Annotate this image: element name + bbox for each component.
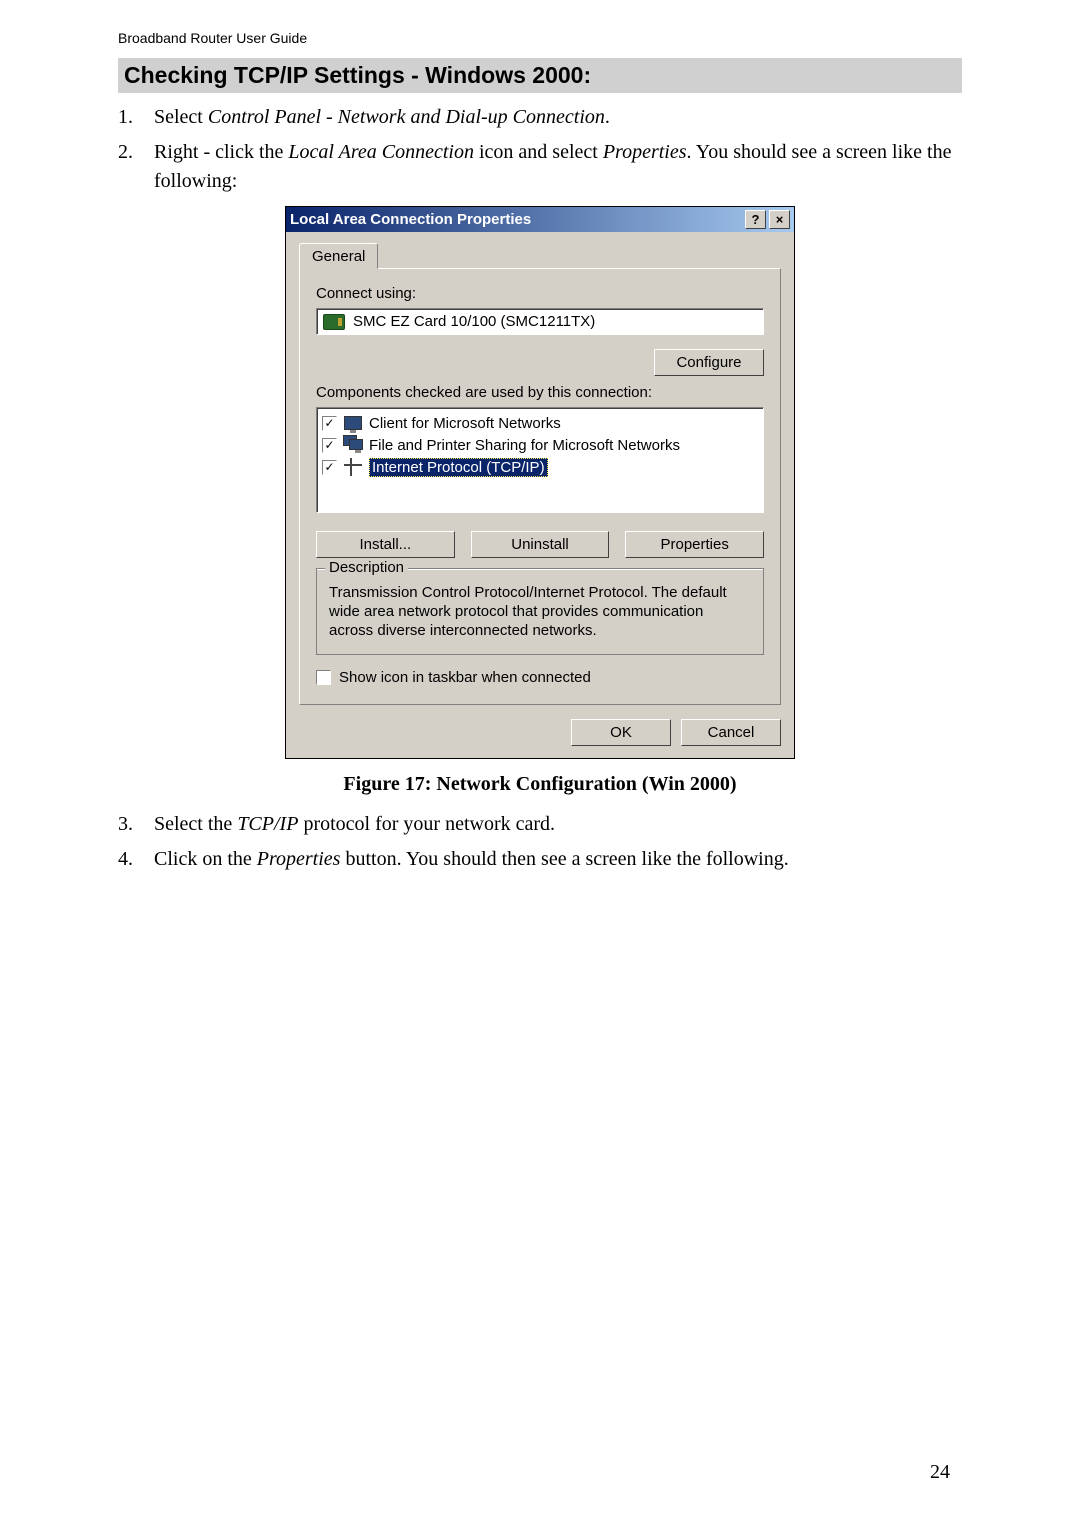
step-number: 3. (118, 810, 154, 839)
step-number: 1. (118, 103, 154, 132)
tabs-row: General (299, 242, 781, 268)
page-number: 24 (930, 1461, 950, 1484)
text: . (605, 106, 610, 128)
text: icon and select (474, 141, 603, 163)
properties-button[interactable]: Properties (625, 531, 764, 558)
step-4: 4. Click on the Properties button. You s… (118, 845, 962, 874)
share-icon (343, 435, 363, 455)
step-text: Select the TCP/IP protocol for your netw… (154, 810, 962, 839)
configure-button[interactable]: Configure (654, 349, 764, 376)
cancel-button[interactable]: Cancel (681, 719, 781, 746)
ok-button[interactable]: OK (571, 719, 671, 746)
dialog-body: General Connect using: SMC EZ Card 10/10… (286, 232, 794, 758)
figure-caption: Figure 17: Network Configuration (Win 20… (118, 773, 962, 796)
step-text: Select Control Panel - Network and Dial-… (154, 103, 962, 132)
dialog-title: Local Area Connection Properties (290, 211, 531, 228)
adapter-name: SMC EZ Card 10/100 (SMC1211TX) (353, 313, 595, 330)
step-2: 2. Right - click the Local Area Connecti… (118, 138, 962, 196)
step-text: Right - click the Local Area Connection … (154, 138, 962, 196)
nic-icon (323, 314, 345, 330)
section-heading: Checking TCP/IP Settings - Windows 2000: (118, 58, 962, 93)
running-header: Broadband Router User Guide (118, 30, 962, 46)
checkbox-icon[interactable]: ✓ (322, 416, 337, 431)
description-group: Description Transmission Control Protoco… (316, 568, 764, 655)
list-item[interactable]: ✓ Internet Protocol (TCP/IP) (320, 456, 760, 478)
italic-text: TCP/IP (237, 813, 298, 835)
protocol-icon (343, 457, 363, 477)
titlebar-buttons: ? × (745, 210, 790, 229)
component-buttons: Install... Uninstall Properties (316, 531, 764, 558)
description-text: Transmission Control Protocol/Internet P… (329, 584, 751, 640)
italic-text: Control Panel - Network and Dial-up Conn… (208, 106, 605, 128)
list-item[interactable]: ✓ File and Printer Sharing for Microsoft… (320, 434, 760, 456)
dialog-buttons: OK Cancel (299, 719, 781, 746)
text: button. You should then see a screen lik… (340, 848, 788, 870)
checkbox-icon[interactable] (316, 670, 331, 685)
help-button[interactable]: ? (745, 210, 766, 229)
show-icon-row[interactable]: Show icon in taskbar when connected (316, 669, 764, 686)
italic-text: Properties (257, 848, 341, 870)
checkbox-icon[interactable]: ✓ (322, 460, 337, 475)
adapter-field: SMC EZ Card 10/100 (SMC1211TX) (316, 308, 764, 335)
step-text: Click on the Properties button. You shou… (154, 845, 962, 874)
component-label-selected: Internet Protocol (TCP/IP) (369, 458, 548, 477)
connect-using-label: Connect using: (316, 285, 764, 302)
step-number: 4. (118, 845, 154, 874)
show-icon-label: Show icon in taskbar when connected (339, 669, 591, 686)
description-legend: Description (325, 559, 408, 576)
component-label: File and Printer Sharing for Microsoft N… (369, 437, 680, 454)
components-label: Components checked are used by this conn… (316, 384, 764, 401)
component-label: Client for Microsoft Networks (369, 415, 561, 432)
titlebar: Local Area Connection Properties ? × (286, 207, 794, 232)
tab-content: Connect using: SMC EZ Card 10/100 (SMC12… (299, 268, 781, 705)
text: Select (154, 106, 208, 128)
text: protocol for your network card. (298, 813, 555, 835)
text: Click on the (154, 848, 257, 870)
italic-text: Local Area Connection (288, 141, 474, 163)
dialog-figure: Local Area Connection Properties ? × Gen… (118, 206, 962, 759)
connection-properties-dialog: Local Area Connection Properties ? × Gen… (285, 206, 795, 759)
list-item[interactable]: ✓ Client for Microsoft Networks (320, 412, 760, 434)
client-icon (343, 413, 363, 433)
italic-text: Properties (603, 141, 687, 163)
close-button[interactable]: × (769, 210, 790, 229)
tab-general[interactable]: General (299, 243, 378, 269)
configure-row: Configure (316, 349, 764, 376)
uninstall-button[interactable]: Uninstall (471, 531, 610, 558)
text: Right - click the (154, 141, 288, 163)
components-list[interactable]: ✓ Client for Microsoft Networks ✓ File a… (316, 407, 764, 513)
checkbox-icon[interactable]: ✓ (322, 438, 337, 453)
install-button[interactable]: Install... (316, 531, 455, 558)
step-1: 1. Select Control Panel - Network and Di… (118, 103, 962, 132)
text: Select the (154, 813, 237, 835)
step-3: 3. Select the TCP/IP protocol for your n… (118, 810, 962, 839)
step-number: 2. (118, 138, 154, 196)
